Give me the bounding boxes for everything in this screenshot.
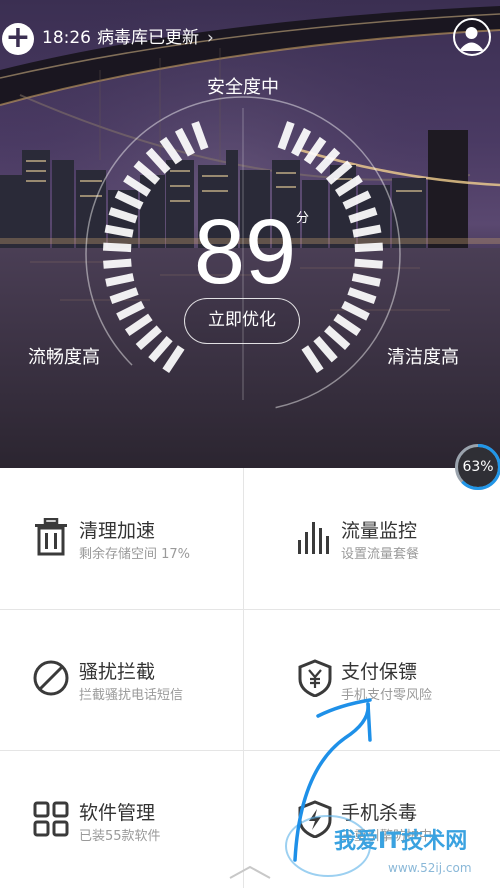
user-avatar-icon[interactable]	[453, 18, 491, 56]
safety-level-label: 安全度中	[207, 77, 279, 98]
chevron-right-icon: ›	[207, 28, 214, 48]
hero-panel: + 18:26 病毒库已更新 › 安全度中 89 分 立即优化 流畅度高 清洁度高	[0, 0, 500, 468]
yen-shield-icon	[298, 659, 332, 697]
memory-usage-badge[interactable]: 63%	[455, 444, 500, 490]
optimize-button[interactable]: 立即优化	[184, 298, 300, 344]
gauge-segment	[351, 273, 381, 287]
gauge-segment	[102, 242, 132, 253]
tile-title: 支付保镖	[341, 661, 418, 683]
status-time: 18:26	[42, 28, 91, 48]
score-unit: 分	[296, 211, 310, 226]
tile-payment-guard[interactable]: 支付保镖 手机支付零风险	[0, 609, 500, 749]
tile-traffic-monitor[interactable]: 流量监控 设置流量套餐	[0, 468, 500, 608]
score-value: 89	[193, 201, 297, 303]
gauge-segment	[104, 224, 134, 238]
gauge-segment	[105, 273, 135, 287]
gauge-segment	[352, 224, 382, 238]
tile-subtitle: 设置流量套餐	[341, 547, 420, 562]
chevron-up-icon[interactable]	[226, 862, 274, 882]
gauge-segment	[354, 242, 384, 253]
memory-progress-ring	[455, 444, 500, 490]
virus-db-status[interactable]: 18:26 病毒库已更新 ›	[42, 25, 214, 51]
add-icon[interactable]: +	[2, 23, 34, 55]
gauge-segment	[354, 258, 383, 269]
smoothness-label: 流畅度高	[28, 347, 100, 368]
cleanliness-label: 清洁度高	[387, 347, 459, 368]
tile-subtitle: 手机支付零风险	[341, 688, 433, 703]
site-watermark: 我爱IT技术网 www.52ij.com	[285, 815, 472, 877]
status-message: 病毒库已更新	[97, 28, 199, 48]
watermark-line2: www.52ij.com	[388, 861, 472, 875]
tile-title: 流量监控	[341, 520, 418, 542]
bars-icon	[298, 522, 329, 554]
top-bar: + 18:26 病毒库已更新 ›	[0, 0, 500, 76]
gauge-segment	[103, 258, 132, 269]
watermark-line1: 我爱IT技术网	[334, 829, 467, 854]
